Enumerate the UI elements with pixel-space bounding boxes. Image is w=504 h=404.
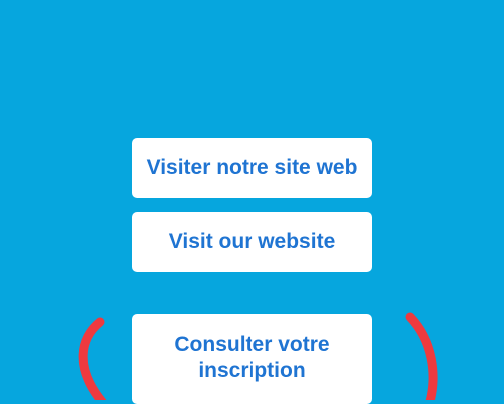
- app-screen: Visiter notre site web Visit our website…: [0, 0, 504, 404]
- view-registration-button[interactable]: Consulter votre inscription: [132, 314, 372, 404]
- visit-website-en-label: Visit our website: [168, 230, 336, 253]
- visit-website-fr-button[interactable]: Visiter notre site web: [132, 138, 372, 198]
- view-registration-label: Consulter votre inscription: [174, 333, 330, 382]
- left-bracket-stroke: [78, 317, 107, 400]
- visit-website-fr-label: Visiter notre site web: [146, 156, 358, 179]
- visit-website-en-button[interactable]: Visit our website: [132, 212, 372, 272]
- right-bracket-stroke: [405, 312, 438, 400]
